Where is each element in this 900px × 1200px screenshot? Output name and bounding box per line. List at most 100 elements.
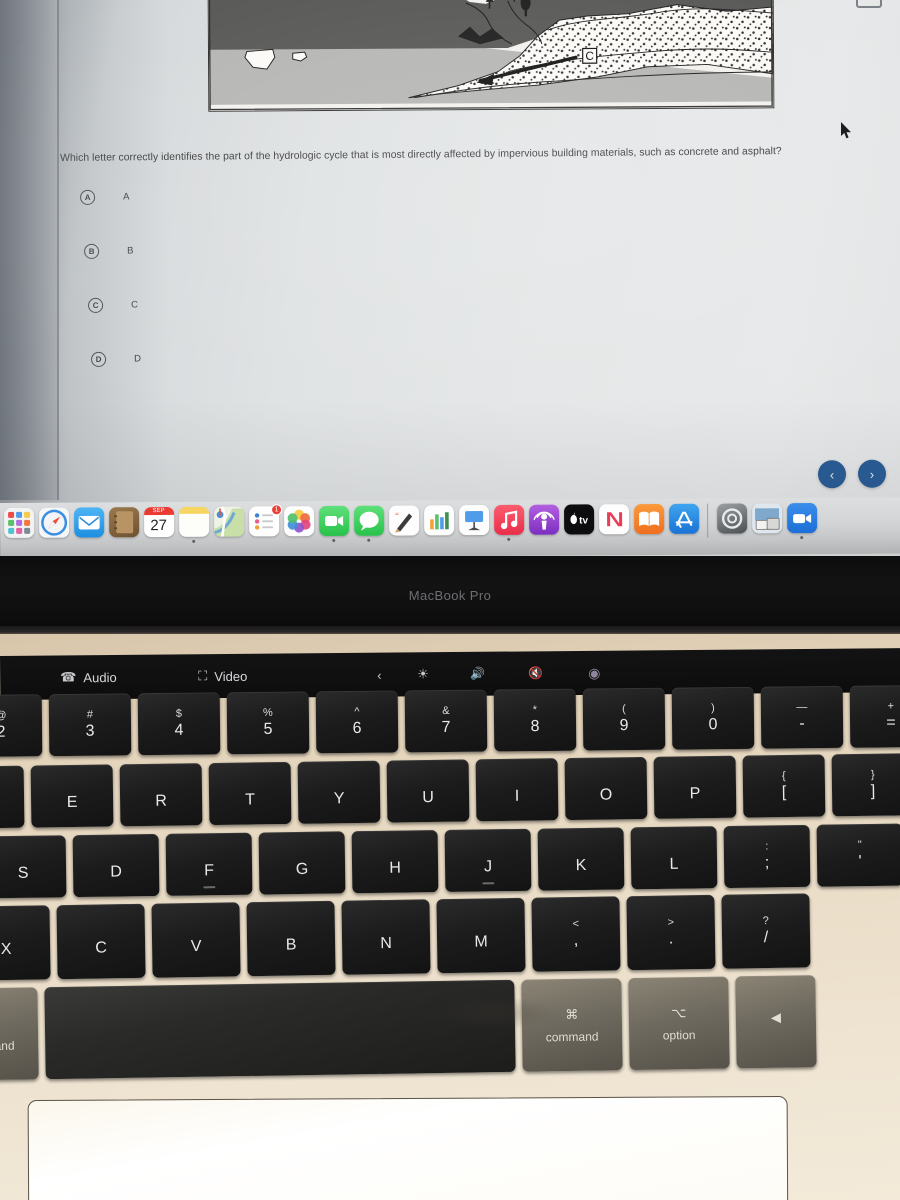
- key-b[interactable]: B: [246, 900, 336, 977]
- dock-item-news[interactable]: [597, 504, 630, 542]
- dock-item-messages[interactable]: [352, 505, 385, 544]
- dock-item-photos[interactable]: [282, 506, 315, 544]
- answer-option-c[interactable]: C C: [88, 297, 138, 313]
- key-v[interactable]: V: [151, 902, 241, 978]
- key-[interactable]: — -: [760, 685, 844, 749]
- key-secondary-label: +: [887, 700, 895, 713]
- key-h[interactable]: H: [351, 830, 439, 894]
- key-6[interactable]: ^ 6: [315, 690, 399, 754]
- dock-item-system-settings[interactable]: [715, 503, 748, 541]
- dock-item-maps[interactable]: [212, 506, 245, 545]
- key-f[interactable]: F: [165, 832, 253, 896]
- key-8[interactable]: * 8: [493, 688, 577, 752]
- keyboard-bottom-row: X C V B N M <, >.? /: [0, 893, 811, 981]
- dock-item-numbers[interactable]: [422, 505, 455, 543]
- key-primary-label: =: [886, 714, 896, 732]
- dock-item-appletv[interactable]: tv: [562, 504, 595, 542]
- answer-option-d[interactable]: D D: [91, 351, 141, 367]
- space-key[interactable]: [44, 979, 516, 1080]
- key-n[interactable]: N: [341, 899, 431, 975]
- trackpad[interactable]: [27, 1096, 789, 1200]
- previous-question-button[interactable]: ‹: [817, 460, 847, 489]
- dock-item-calendar[interactable]: SEP 27: [142, 506, 175, 545]
- dock-item-preview[interactable]: [750, 503, 783, 541]
- option-key[interactable]: ⌥ option: [628, 976, 730, 1071]
- key-x[interactable]: X: [0, 905, 51, 981]
- dock-item-facetime[interactable]: [317, 505, 350, 544]
- key-[interactable]: }]: [831, 753, 900, 817]
- key-primary-label: G: [295, 860, 309, 879]
- key-3[interactable]: #3: [48, 693, 132, 757]
- key-i[interactable]: I: [475, 758, 559, 822]
- key-c[interactable]: C: [56, 903, 146, 980]
- dock-item-reminders[interactable]: 1: [247, 504, 283, 544]
- key-[interactable]: " ': [816, 823, 900, 887]
- key-primary-label: 6: [352, 719, 362, 737]
- laptop-screen: C Which letter correctly identifies the …: [0, 0, 900, 570]
- touchbar-volume-up-button[interactable]: 🔊: [470, 667, 485, 681]
- key-7[interactable]: & 7: [404, 689, 488, 753]
- key-primary-label: T: [245, 791, 256, 809]
- key-2[interactable]: @2: [0, 694, 43, 758]
- touchbar-siri-button[interactable]: ◉: [588, 664, 600, 681]
- dock-item-safari[interactable]: [37, 507, 70, 546]
- key-m[interactable]: M: [436, 897, 526, 974]
- key-r[interactable]: R: [119, 763, 203, 827]
- key-9[interactable]: (9: [582, 687, 666, 751]
- key-d[interactable]: D: [72, 833, 160, 898]
- key-4[interactable]: $4: [137, 692, 221, 756]
- siri-icon: ◉: [588, 664, 601, 681]
- dock-item-notes[interactable]: [177, 506, 210, 545]
- answer-option-b[interactable]: B B: [84, 243, 133, 259]
- key-w[interactable]: W: [0, 765, 25, 829]
- key-home-bump: [203, 886, 216, 889]
- key-0[interactable]: ) 0: [671, 686, 755, 750]
- dock-item-zoom[interactable]: [785, 503, 818, 541]
- touchbar-mute-button[interactable]: 🔇: [528, 666, 543, 680]
- key-u[interactable]: U: [386, 759, 470, 823]
- dock-item-books[interactable]: [632, 503, 665, 542]
- key-k[interactable]: K: [537, 827, 625, 891]
- dock-item-contacts[interactable]: [107, 507, 140, 545]
- dock-item-appstore[interactable]: [667, 503, 700, 542]
- key-[interactable]: {[: [742, 754, 826, 818]
- key-[interactable]: ? /: [721, 893, 811, 969]
- touchbar-back-button[interactable]: ‹: [377, 667, 381, 682]
- touchbar-audio-button[interactable]: ☎ Audio: [60, 669, 117, 685]
- key-5[interactable]: % 5: [226, 691, 310, 755]
- key-l[interactable]: L: [630, 826, 718, 890]
- touchbar-video-button[interactable]: ⛶ Video: [198, 668, 247, 684]
- key-secondary-spacer: [515, 775, 518, 786]
- dock-item-keynote[interactable]: [457, 505, 490, 543]
- dock-item-mail[interactable]: [72, 507, 105, 545]
- dock-item-podcasts[interactable]: [527, 504, 560, 543]
- key-secondary-label: ?: [762, 914, 769, 928]
- touchbar-brightness-button[interactable]: ☀: [417, 666, 429, 682]
- key-primary-label: L: [669, 855, 679, 873]
- key-[interactable]: :;: [723, 824, 811, 889]
- key-[interactable]: + =: [849, 684, 900, 748]
- key-p[interactable]: P: [653, 755, 737, 819]
- key-secondary-spacer: [300, 848, 303, 859]
- key-y[interactable]: Y: [297, 760, 381, 824]
- key-primary-label: ,: [573, 931, 579, 950]
- dock-separator: [707, 503, 709, 538]
- key-j[interactable]: J: [444, 828, 532, 892]
- key-s[interactable]: S: [0, 835, 67, 899]
- right-command-key[interactable]: ⌘ command: [521, 978, 623, 1072]
- dock-item-music[interactable]: [492, 504, 525, 543]
- dock-item-launchpad[interactable]: [2, 507, 35, 546]
- key-t[interactable]: T: [208, 761, 292, 826]
- left-arrow-key[interactable]: ◀: [735, 975, 817, 1069]
- dock-item-freeform[interactable]: “: [387, 505, 420, 543]
- key-g[interactable]: G: [258, 831, 346, 895]
- key-primary-label: K: [575, 856, 587, 875]
- key-e[interactable]: E: [30, 764, 114, 828]
- next-question-button[interactable]: ›: [857, 459, 887, 488]
- key-[interactable]: >.: [626, 894, 716, 971]
- key-o[interactable]: O: [564, 756, 648, 821]
- key-primary-label: O: [599, 786, 613, 804]
- key-[interactable]: <,: [531, 896, 621, 972]
- answer-option-a[interactable]: A A: [80, 189, 129, 205]
- left-command-key[interactable]: ⌘command: [0, 987, 39, 1081]
